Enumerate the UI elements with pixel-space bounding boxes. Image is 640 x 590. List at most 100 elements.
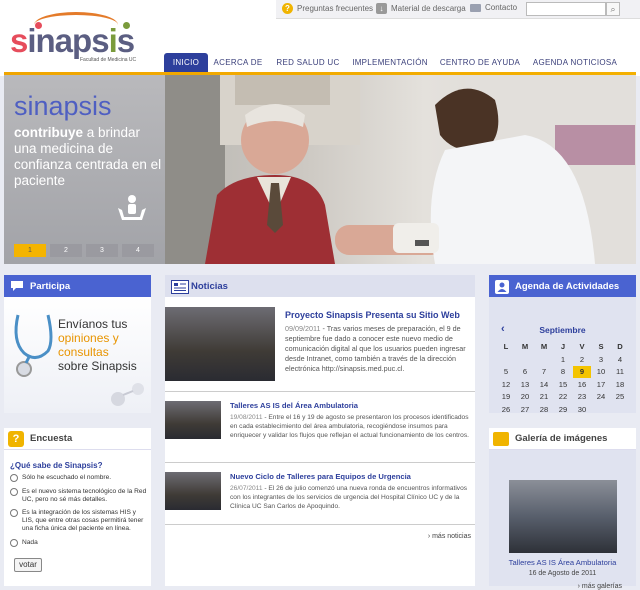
calendar-day[interactable]: 27 bbox=[516, 404, 534, 416]
calendar-day[interactable]: 29 bbox=[554, 404, 572, 416]
news-title[interactable]: Talleres AS IS del Área Ambulatoria bbox=[230, 401, 358, 410]
news-date: 09/09/2011 bbox=[285, 324, 321, 333]
calendar-day[interactable]: 19 bbox=[497, 391, 515, 403]
agenda-header: Agenda de Actividades bbox=[489, 275, 636, 297]
agenda-title: Agenda de Actividades bbox=[515, 280, 620, 292]
radio-button[interactable] bbox=[10, 539, 18, 547]
sinapsis-logo[interactable]: sinapsis Facultad de Medicina UC bbox=[10, 12, 140, 64]
encuesta-header: ? Encuesta bbox=[4, 428, 151, 450]
calendar-day[interactable]: 2 bbox=[573, 354, 591, 366]
calendar-day[interactable]: 6 bbox=[516, 366, 534, 378]
utility-bar: ? Preguntas frecuentes ↓ Material de des… bbox=[276, 0, 640, 19]
person-icon bbox=[495, 280, 509, 294]
calendar-day[interactable]: 30 bbox=[573, 404, 591, 416]
poll-option-label: Es la integración de los sistemas HIS y … bbox=[22, 509, 144, 532]
calendar-weekday: J bbox=[560, 342, 566, 351]
poll-option-label: Sólo he escuchado el nombre. bbox=[22, 474, 112, 481]
noticias-title: Noticias bbox=[191, 280, 228, 292]
radio-button[interactable] bbox=[10, 488, 18, 496]
nav-item-implementacion[interactable]: IMPLEMENTACIÓN bbox=[352, 53, 428, 72]
calendar-day[interactable]: 25 bbox=[611, 391, 629, 403]
poll-option-4[interactable]: Nada bbox=[10, 539, 148, 547]
search-button[interactable]: ⌕ bbox=[606, 2, 620, 16]
downloads-link[interactable]: ↓ Material de descarga bbox=[376, 3, 466, 14]
poll-option-1[interactable]: Sólo he escuchado el nombre. bbox=[10, 474, 148, 482]
galeria-body: Talleres AS IS Área Ambulatoria 16 de Ag… bbox=[489, 450, 636, 590]
envelope-icon bbox=[470, 3, 481, 12]
nav-item-agenda-noticiosa[interactable]: AGENDA NOTICIOSA bbox=[532, 53, 618, 72]
faq-label: Preguntas frecuentes bbox=[297, 4, 374, 13]
calendar-day[interactable]: 26 bbox=[497, 404, 515, 416]
noticias-box: Noticias Proyecto Sinapsis Presenta su S… bbox=[165, 275, 475, 586]
participa-body: Envíanos tus opiniones y consultas sobre… bbox=[4, 297, 151, 413]
calendar-day[interactable]: 17 bbox=[592, 379, 610, 391]
calendar-day[interactable]: 15 bbox=[554, 379, 572, 391]
search-input[interactable] bbox=[526, 2, 606, 16]
calendar-day[interactable]: 21 bbox=[535, 391, 553, 403]
news-item[interactable]: Proyecto Sinapsis Presenta su Sitio Web … bbox=[165, 307, 475, 383]
vote-button[interactable]: votar bbox=[14, 558, 42, 572]
calendar-day[interactable]: 16 bbox=[573, 379, 591, 391]
gallery-caption[interactable]: Talleres AS IS Área Ambulatoria bbox=[489, 558, 636, 567]
news-thumbnail[interactable] bbox=[165, 307, 275, 381]
calendar-day[interactable]: 8 bbox=[554, 366, 572, 378]
news-title[interactable]: Proyecto Sinapsis Presenta su Sitio Web bbox=[285, 310, 460, 320]
calendar-day[interactable]: 24 bbox=[592, 391, 610, 403]
faq-link[interactable]: ? Preguntas frecuentes bbox=[282, 3, 373, 14]
more-news-link[interactable]: › más noticias bbox=[428, 533, 471, 540]
hero-page-3[interactable]: 3 bbox=[86, 244, 118, 257]
radio-button[interactable] bbox=[10, 474, 18, 482]
calendar-day[interactable]: 13 bbox=[516, 379, 534, 391]
calendar-day[interactable]: 3 bbox=[592, 354, 610, 366]
participa-box[interactable]: Participa Envíanos tus opiniones y consu… bbox=[4, 275, 151, 413]
nav-item-acerca-de[interactable]: ACERCA DE bbox=[208, 53, 268, 72]
hero-page-1[interactable]: 1 bbox=[14, 244, 46, 257]
agenda-box: Agenda de Actividades ‹ Septiembre LMMJV… bbox=[489, 275, 636, 416]
calendar-day[interactable]: 7 bbox=[535, 366, 553, 378]
calendar-day[interactable]: 11 bbox=[611, 366, 629, 378]
news-item[interactable]: Nuevo Ciclo de Talleres para Equipos de … bbox=[165, 472, 475, 522]
calendar-weekday: L bbox=[503, 342, 509, 351]
calendar-day[interactable]: 9 bbox=[573, 366, 591, 378]
news-date: 26/07/2011 bbox=[230, 485, 263, 492]
calendar-weekday: V bbox=[579, 342, 585, 351]
calendar-day[interactable]: 23 bbox=[573, 391, 591, 403]
more-galleries-link[interactable]: › más galerías bbox=[578, 583, 622, 590]
encuesta-title: Encuesta bbox=[30, 433, 73, 444]
nav-item-red-salud-uc[interactable]: RED SALUD UC bbox=[272, 53, 344, 72]
news-thumbnail[interactable] bbox=[165, 472, 221, 510]
galeria-title: Galería de imágenes bbox=[515, 433, 608, 444]
nav-item-inicio[interactable]: INICIO bbox=[164, 53, 208, 72]
hero-banner[interactable]: sinapsis contribuye a brindar una medici… bbox=[4, 75, 636, 264]
calendar-day[interactable]: 28 bbox=[535, 404, 553, 416]
poll-option-3[interactable]: Es la integración de los sistemas HIS y … bbox=[10, 509, 148, 533]
participa-highlight: opiniones y consultas bbox=[58, 331, 119, 359]
nav-item-centro-de-ayuda[interactable]: CENTRO DE AYUDA bbox=[440, 53, 520, 72]
participa-header: Participa bbox=[4, 275, 151, 297]
galeria-header: Galería de imágenes bbox=[489, 428, 636, 450]
calendar-day[interactable]: 20 bbox=[516, 391, 534, 403]
gallery-photo[interactable] bbox=[509, 480, 617, 553]
news-title[interactable]: Nuevo Ciclo de Talleres para Equipos de … bbox=[230, 472, 411, 481]
noticias-header: Noticias bbox=[165, 275, 475, 297]
calendar-day[interactable]: 4 bbox=[611, 354, 629, 366]
hero-page-2[interactable]: 2 bbox=[50, 244, 82, 257]
calendar-day[interactable]: 5 bbox=[497, 366, 515, 378]
radio-button[interactable] bbox=[10, 509, 18, 517]
contact-link[interactable]: Contacto bbox=[470, 3, 517, 12]
news-item[interactable]: Talleres AS IS del Área Ambulatoria 19/0… bbox=[165, 401, 475, 451]
news-thumbnail[interactable] bbox=[165, 401, 221, 439]
calendar-day[interactable]: 1 bbox=[554, 354, 572, 366]
calendar-day[interactable]: 12 bbox=[497, 379, 515, 391]
calendar-day[interactable]: 10 bbox=[592, 366, 610, 378]
poll-option-label: Nada bbox=[22, 539, 38, 546]
calendar-day[interactable]: 22 bbox=[554, 391, 572, 403]
poll-option-2[interactable]: Es el nuevo sistema tecnológico de la Re… bbox=[10, 488, 148, 504]
divider bbox=[165, 524, 475, 525]
calendar-day[interactable]: 18 bbox=[611, 379, 629, 391]
hero-page-4[interactable]: 4 bbox=[122, 244, 154, 257]
contact-label: Contacto bbox=[485, 3, 518, 12]
calendar-day[interactable]: 14 bbox=[535, 379, 553, 391]
molecule-decoration-icon bbox=[111, 383, 144, 406]
news-summary: 19/08/2011 - Entre el 16 y 19 de agosto … bbox=[230, 413, 474, 440]
